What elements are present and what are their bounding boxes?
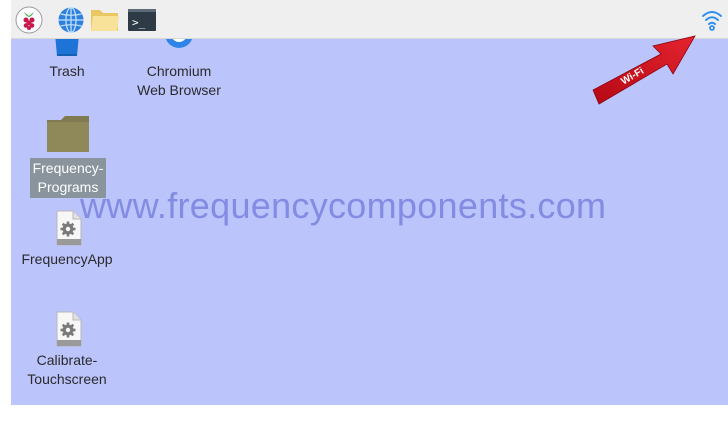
desktop-icon-trash[interactable]: Trash: [41, 34, 93, 81]
desktop-icon-label: FrequencyApp: [21, 251, 113, 267]
desktop-icon-calibrate-touchscreen[interactable]: Calibrate- Touchscreen: [19, 310, 115, 389]
screen: Trash Chromium Web Browser Frequency- Pr…: [0, 0, 728, 434]
globe-icon: [58, 6, 84, 34]
menu-button[interactable]: [15, 6, 43, 34]
terminal-icon: >_: [128, 9, 156, 31]
calibrate-touchscreen-label: Calibrate- Touchscreen: [27, 352, 107, 387]
terminal-button[interactable]: >_: [127, 6, 156, 34]
executable-file-icon: [56, 311, 82, 347]
wifi-annotation-arrow: Wi-Fi: [592, 35, 696, 105]
chromium-label: Chromium Web Browser: [137, 63, 221, 98]
folder-icon: [47, 116, 89, 152]
terminal-glyph: >_: [132, 16, 146, 29]
desktop-icon-label: Calibrate- Touchscreen: [19, 351, 115, 389]
desktop-icon-label: Trash: [49, 63, 85, 79]
browser-launcher-button[interactable]: [57, 6, 85, 34]
file-manager-button[interactable]: [90, 6, 119, 34]
watermark: www.frequencycomponents.com: [80, 185, 607, 226]
raspberry-pi-icon: [15, 6, 43, 34]
desktop-icon-label: Chromium Web Browser: [129, 62, 229, 100]
folder-icon: [91, 10, 119, 31]
desktop-icon-chromium[interactable]: Chromium Web Browser: [129, 34, 229, 100]
